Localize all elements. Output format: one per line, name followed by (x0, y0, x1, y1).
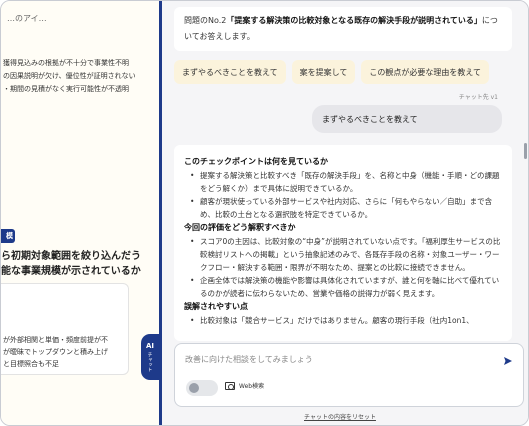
web-search-option[interactable]: Web検索 (225, 381, 264, 390)
document-card[interactable]: が外部相関と単価・頻度前提が不 が曖昧でトップダウンと積み上げ と目標照合も不足 (1, 283, 129, 375)
document-card-text: が外部相関と単価・頻度前提が不 が曖昧でトップダウンと積み上げ と目標照合も不足 (3, 334, 108, 370)
web-search-icon (225, 381, 235, 390)
answer-bullet: 顧客が現状使っている外部サービスや社内対応、さらに「何もやらない／自助」まで含め… (188, 195, 502, 221)
question-prefix: 問題のNo.2 (184, 16, 227, 25)
assistant-answer: このチェックポイントは何を見ているか 提案する解決策と比較すべき「既存の解決手段… (174, 145, 512, 341)
document-line: 獲得見込みの根拠が不十分で事業性不明 (3, 59, 129, 67)
suggestion-chip[interactable]: まずやるべきことを教えて (174, 60, 286, 84)
document-pane: …のアイ… 獲得見込みの根拠が不十分で事業性不明 の因果説明が欠け、優位性が証明… (1, 1, 159, 425)
ai-icon: AI (145, 342, 155, 350)
assistant-intro-message: 問題のNo.2「提案する解決策の比較対象となる既存の解決手段が説明されている」に… (174, 7, 512, 51)
card-line: と目標照合も不足 (3, 360, 59, 368)
document-line: の因果説明が欠け、優位性が証明されない (3, 72, 136, 80)
reset-chat-link[interactable]: チャットの内容をリセット (304, 412, 376, 421)
user-message: まずやるべきことを教えて (312, 105, 502, 133)
answer-list: 比較対象は「競合サービス」だけではありません。顧客の現行手段（社内1on1、 (184, 314, 502, 327)
app-window: …のアイ… 獲得見込みの根拠が不十分で事業性不明 の因果説明が欠け、優位性が証明… (0, 0, 529, 426)
chat-input[interactable]: 改善に向けた相談をしてみましょう (185, 354, 313, 365)
document-top-text: …のアイ… (7, 14, 47, 23)
suggestion-chip[interactable]: この観点が必要な理由を教えて (361, 60, 489, 84)
answer-bullet: 比較対象は「競合サービス」だけではありません。顧客の現行手段（社内1on1、 (188, 314, 502, 327)
question-title: 「提案する解決策の比較対象となる既存の解決手段が説明されている」 (226, 16, 482, 25)
answer-list: 提案する解決策と比較すべき「既存の解決手段」を、名称と中身（機能・手順・どの課題… (184, 169, 502, 221)
web-search-label: Web検索 (239, 383, 265, 390)
scrollbar[interactable] (524, 143, 527, 159)
heading-line: 能な事業規模が示されているか (1, 266, 141, 277)
answer-heading: このチェックポイントは何を見ているか (184, 157, 328, 166)
card-line: が曖昧でトップダウンと積み上げ (3, 348, 108, 356)
send-icon[interactable] (503, 356, 513, 366)
card-line: が外部相関と単価・頻度前提が不 (3, 336, 108, 344)
document-line: ・期間の見積がなく実行可能性が不透明 (3, 85, 129, 93)
suggestion-chip[interactable]: 案を提案して (291, 60, 356, 84)
answer-bullet: 企画全体では解決策の機能や影響は具体化されていますが、誰と何を軸に比べて優れてい… (188, 274, 502, 300)
document-paragraph: 獲得見込みの根拠が不十分で事業性不明 の因果説明が欠け、優位性が証明されない ・… (3, 57, 153, 96)
heading-line: ら初期対象範囲を絞り込んだう (1, 251, 141, 262)
chat-toggle-handle[interactable]: AI チャット (141, 334, 159, 380)
version-label: チャット先 v1 (458, 94, 498, 101)
answer-list: スコア0の主因は、比較対象の“中身”が説明されていない点です。「福利厚生サービス… (184, 235, 502, 300)
section-tag: 模 (1, 229, 15, 243)
suggestion-chips: まずやるべきことを教えて 案を提案して この観点が必要な理由を教えて (174, 60, 489, 84)
toggle-knob (189, 383, 199, 393)
chat-input-box[interactable]: 改善に向けた相談をしてみましょう Web検索 (174, 343, 524, 407)
answer-heading: 誤解されやすい点 (184, 302, 248, 311)
chat-pane: 問題のNo.2「提案する解決策の比較対象となる既存の解決手段が説明されている」に… (162, 1, 528, 425)
web-search-toggle[interactable] (186, 380, 218, 396)
chat-handle-label: チャット (146, 352, 153, 372)
document-section-heading: ら初期対象範囲を絞り込んだう 能な事業規模が示されているか (1, 249, 157, 279)
answer-bullet: 提案する解決策と比較すべき「既存の解決手段」を、名称と中身（機能・手順・どの課題… (188, 169, 502, 195)
answer-heading: 今回の評価をどう解釈すべきか (184, 223, 296, 232)
answer-bullet: スコア0の主因は、比較対象の“中身”が説明されていない点です。「福利厚生サービス… (188, 235, 502, 274)
